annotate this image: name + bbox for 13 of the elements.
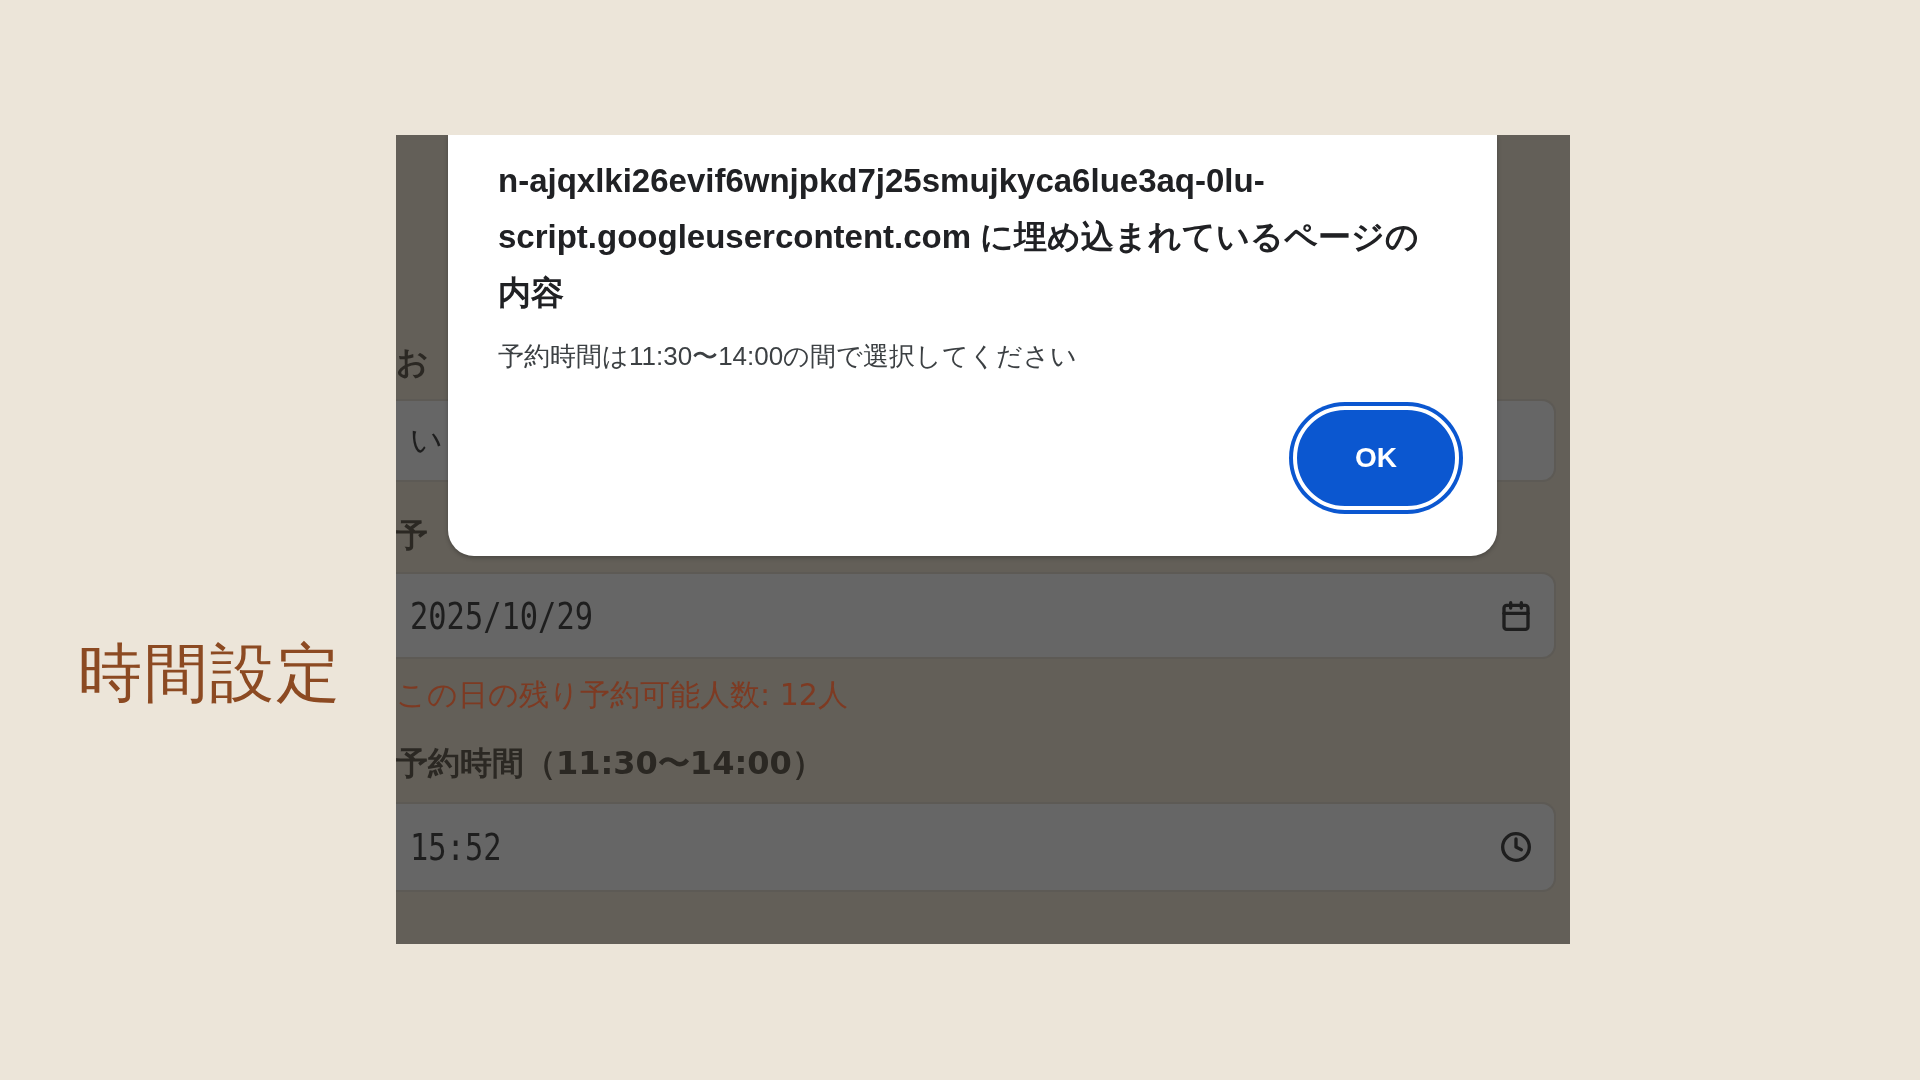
clock-icon[interactable] [1500, 831, 1532, 863]
field-value: い [410, 419, 443, 461]
calendar-icon[interactable] [1500, 599, 1532, 632]
field-value: 15:52 [410, 825, 502, 869]
field-label: 予約時間（11:30〜14:00） [396, 743, 824, 784]
field-label: お [396, 342, 429, 383]
date-field[interactable]: 2025/10/29 [396, 572, 1556, 659]
dialog-message: 予約時間は11:30〜14:00の間で選択してください [498, 340, 1079, 373]
slide-title: 時間設定 [78, 635, 343, 712]
field-label: 予 [396, 515, 428, 556]
time-field[interactable]: 15:52 [396, 802, 1556, 892]
field-value: 2025/10/29 [410, 593, 594, 638]
dialog-title: n-ajqxlki26evif6wnjpkd7j25smujkyca6lue3aq-0lu-script.googleusercontent.com に埋め込まれているページの内容 [498, 161, 1421, 313]
